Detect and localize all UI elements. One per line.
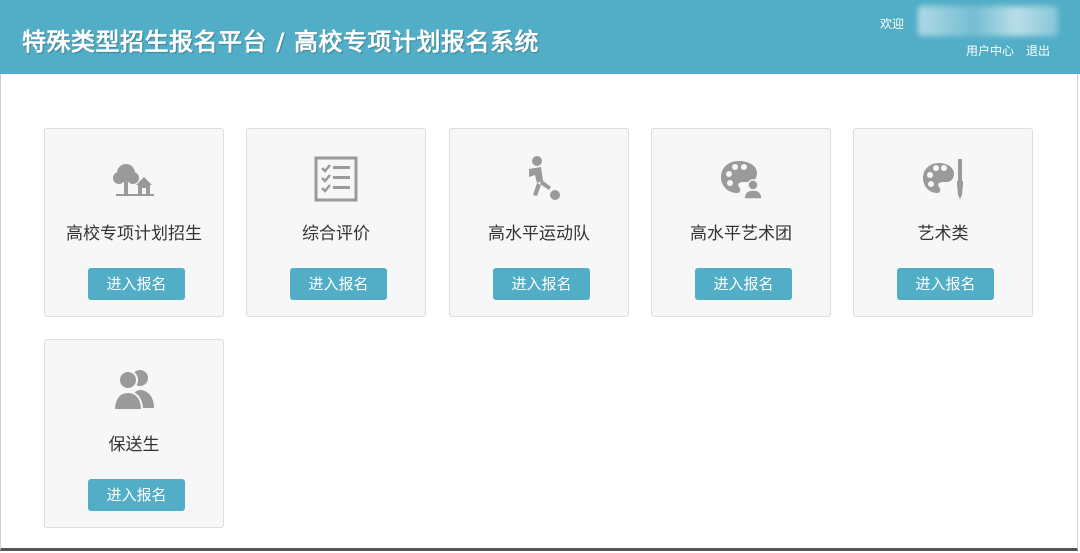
card-recommended-students: 保送生 进入报名 xyxy=(44,339,224,528)
card-label: 保送生 xyxy=(108,435,160,455)
enroll-button[interactable]: 进入报名 xyxy=(897,268,994,300)
enroll-button[interactable]: 进入报名 xyxy=(493,268,590,300)
card-comprehensive-evaluation: 综合评价 进入报名 xyxy=(246,128,426,317)
palette-person-icon xyxy=(721,161,763,200)
user-links: 用户中心 退出 xyxy=(966,42,1050,59)
welcome-text: 欢迎 xyxy=(880,17,905,31)
palette-brush-icon xyxy=(923,159,963,199)
card-label: 高水平艺术团 xyxy=(690,224,792,244)
enroll-button[interactable]: 进入报名 xyxy=(695,268,792,300)
enroll-button[interactable]: 进入报名 xyxy=(290,268,387,300)
enroll-button[interactable]: 进入报名 xyxy=(88,268,185,300)
card-label: 综合评价 xyxy=(302,224,370,244)
tree-house-icon xyxy=(113,164,154,196)
card-label: 艺术类 xyxy=(917,224,969,244)
card-special-plan: 高校专项计划招生 进入报名 xyxy=(44,128,224,317)
card-arts: 艺术类 进入报名 xyxy=(853,128,1033,317)
user-center-link[interactable]: 用户中心 xyxy=(966,44,1014,58)
logout-link[interactable]: 退出 xyxy=(1026,44,1050,58)
enroll-button[interactable]: 进入报名 xyxy=(88,479,185,511)
soccer-player-icon xyxy=(529,156,560,200)
card-art-troupe: 高水平艺术团 进入报名 xyxy=(651,128,831,317)
checklist-icon xyxy=(314,156,358,202)
card-label: 高校专项计划招生 xyxy=(66,224,202,244)
username-redacted xyxy=(918,6,1058,36)
card-label: 高水平运动队 xyxy=(488,224,590,244)
page-title: 特殊类型招生报名平台 / 高校专项计划报名系统 xyxy=(22,28,539,56)
users-icon xyxy=(112,370,154,411)
card-sports-team: 高水平运动队 进入报名 xyxy=(449,128,629,317)
top-header: 特殊类型招生报名平台 / 高校专项计划报名系统 欢迎 用户中心 退出 xyxy=(0,0,1080,74)
